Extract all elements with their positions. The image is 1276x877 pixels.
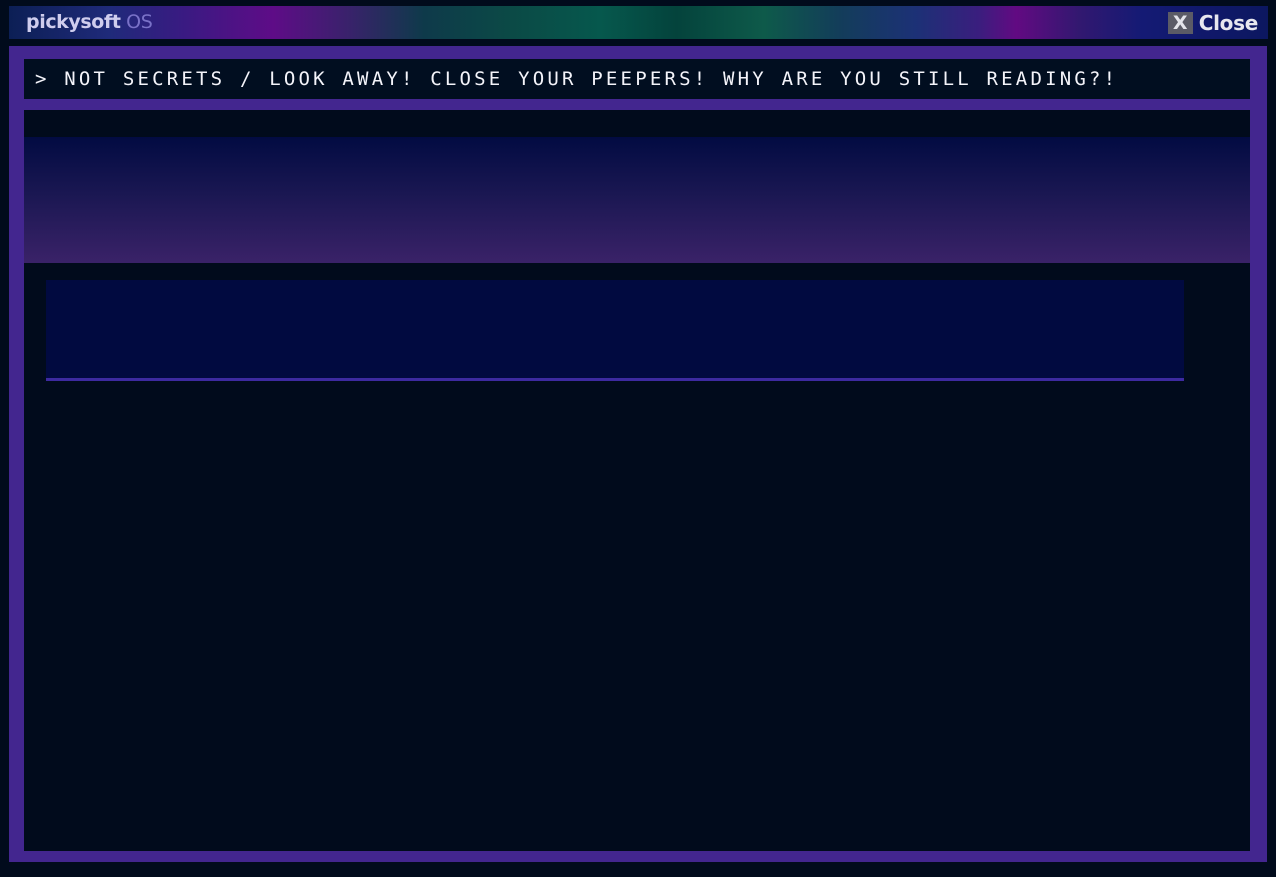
content-area xyxy=(24,110,1250,851)
close-label[interactable]: Close xyxy=(1199,11,1259,35)
close-icon[interactable]: X xyxy=(1167,12,1193,34)
path-bar: > NOT SECRETS / LOOK AWAY! CLOSE YOUR PE… xyxy=(24,59,1250,99)
path-text: > NOT SECRETS / LOOK AWAY! CLOSE YOUR PE… xyxy=(35,68,1119,90)
close-button[interactable]: X Close xyxy=(1167,11,1259,35)
hero-banner xyxy=(24,137,1250,263)
content-panel xyxy=(46,280,1184,381)
brand-suffix: OS xyxy=(126,11,153,33)
title-bar: pickysoft OS X Close xyxy=(9,6,1268,39)
brand-name: pickysoft xyxy=(26,11,121,33)
app-window: > NOT SECRETS / LOOK AWAY! CLOSE YOUR PE… xyxy=(9,46,1267,862)
brand-logo: pickysoft OS xyxy=(26,10,153,34)
